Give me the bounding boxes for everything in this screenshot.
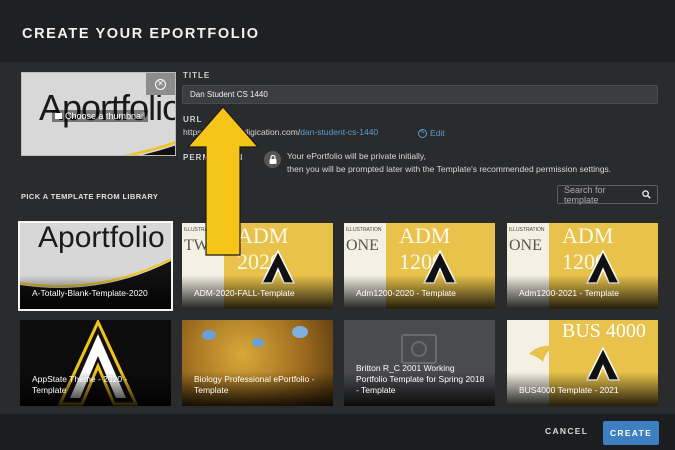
pencil-icon: ✎ (418, 128, 427, 138)
choose-thumbnail-label: Choose a thumbnail (65, 111, 146, 121)
permission-line-2: then you will be prompted later with the… (287, 164, 612, 174)
template-search-input[interactable]: Search for template (557, 184, 658, 205)
template-name: ADM-2020-FALL-Template (194, 288, 295, 298)
template-name: AppState Theme - 2020 - Template (32, 374, 128, 395)
template-side-text: ONE (509, 237, 542, 254)
permission-line-1: Your ePortfolio will be private initiall… (287, 151, 426, 161)
template-card[interactable]: Britton R_C 2001 Working Portfolio Templ… (344, 320, 495, 406)
remove-thumbnail-button[interactable]: ✕ (146, 73, 175, 95)
template-name: Adm1200-2020 - Template (356, 288, 457, 298)
choose-thumbnail-button[interactable]: Choose a thumbnail (52, 110, 149, 122)
template-card[interactable]: BUS 4000 BUS4000 Template - 2021 (507, 320, 658, 406)
template-illustration-text: ILLUSTRATION (509, 227, 545, 233)
permission-description: Your ePortfolio will be private initiall… (287, 150, 657, 176)
title-label: TITLE (183, 71, 211, 80)
library-heading: PICK A TEMPLATE FROM LIBRARY (21, 192, 159, 201)
template-brand-text: Aportfolio (38, 223, 165, 254)
search-placeholder: Search for template (564, 184, 606, 205)
thumbnail-picker[interactable]: Aportfolio Choose a thumbnail ✕ (21, 72, 176, 156)
template-name: Biology Professional ePortfolio - Templa… (194, 374, 315, 395)
template-name: A-Totally-Blank-Template-2020 (32, 288, 148, 298)
annotation-arrow-icon (186, 106, 260, 256)
dialog-header: CREATE YOUR EPORTFOLIO (0, 0, 675, 62)
template-name: BUS4000 Template - 2021 (519, 385, 619, 395)
image-placeholder-icon (401, 334, 437, 364)
cancel-button[interactable]: CANCEL (545, 426, 588, 436)
create-button[interactable]: CREATE (603, 421, 659, 445)
template-card[interactable]: ILLUSTRATION ONE ADM 1200 Adm1200-2021 -… (507, 223, 658, 309)
template-card[interactable]: Biology Professional ePortfolio - Templa… (182, 320, 333, 406)
url-slug: dan-student-cs-1440 (300, 127, 379, 137)
edit-url-label: Edit (430, 128, 445, 138)
bird-icon (529, 345, 555, 362)
template-big-text: BUS 4000 (562, 320, 646, 342)
template-name: Britton R_C 2001 Working Portfolio Templ… (356, 363, 485, 395)
dialog-title: CREATE YOUR EPORTFOLIO (22, 26, 260, 42)
thumbnail-swoosh (123, 141, 175, 155)
template-card[interactable]: AppState Theme - 2020 - Template (20, 320, 171, 406)
image-icon (55, 113, 62, 119)
edit-url-button[interactable]: ✎ Edit (418, 128, 445, 138)
search-icon (642, 190, 651, 199)
close-icon: ✕ (155, 78, 166, 90)
template-card[interactable]: Aportfolio A-Totally-Blank-Template-2020 (18, 221, 173, 311)
template-illustration-text: ILLUSTRATION (346, 227, 382, 233)
template-side-text: ONE (346, 237, 379, 254)
template-card[interactable]: ILLUSTRATION ONE ADM 1200 Adm1200-2020 -… (344, 223, 495, 309)
template-name: Adm1200-2021 - Template (519, 288, 620, 298)
